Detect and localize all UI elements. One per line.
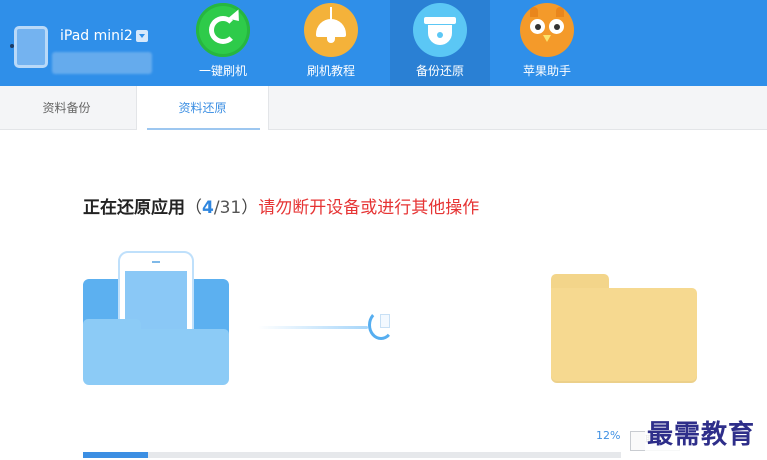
device-folder-illustration: [83, 251, 229, 385]
sub-tab-bar: 资料备份 资料还原: [0, 86, 767, 131]
progress-bar: [83, 452, 621, 458]
tab-data-backup[interactable]: 资料备份: [0, 86, 133, 130]
device-name: iPad mini2: [60, 28, 133, 44]
close-paren: ）: [241, 198, 259, 218]
refresh-arrow-icon: [196, 3, 250, 57]
nav-label: 刷机教程: [306, 64, 355, 78]
restore-panel: 正在还原应用（4/31）请勿断开设备或进行其他操作 12% 取消: [0, 130, 767, 460]
progress-percent: 12%: [596, 429, 621, 442]
progress-fill: [83, 452, 148, 458]
transfer-line: [258, 326, 368, 329]
redacted-device-info: [52, 52, 152, 74]
nav-flash-tutorial[interactable]: 刷机教程: [281, 0, 381, 86]
ipad-icon: [10, 26, 48, 68]
lamp-icon: [304, 3, 358, 57]
disc-tray-icon: [413, 3, 467, 57]
status-title: 正在还原应用: [83, 198, 185, 218]
nav-apple-helper[interactable]: 苹果助手: [497, 0, 597, 86]
restore-status: 正在还原应用（4/31）请勿断开设备或进行其他操作: [83, 193, 479, 218]
nav-label: 苹果助手: [522, 64, 571, 78]
device-selector[interactable]: iPad mini2: [10, 26, 194, 76]
warning-text: 请勿断开设备或进行其他操作: [258, 198, 480, 218]
nav-one-click-flash[interactable]: 一键刷机: [173, 0, 273, 86]
top-bar: iPad mini2 一键刷机 刷机教程 备份还原 苹果助手: [0, 0, 767, 86]
nav-label: 一键刷机: [198, 64, 247, 78]
nav-backup-restore[interactable]: 备份还原: [390, 0, 490, 86]
open-paren: （: [185, 198, 202, 218]
owl-icon: [520, 3, 574, 57]
transfer-file-icon: [368, 310, 394, 344]
total-count: 31: [219, 198, 242, 218]
watermark-logo: 最需教育: [645, 414, 758, 451]
tab-data-restore[interactable]: 资料还原: [136, 86, 269, 131]
current-count: 4: [202, 198, 214, 218]
folder-icon: [551, 274, 697, 383]
chevron-down-icon[interactable]: [136, 30, 148, 42]
nav-label: 备份还原: [415, 64, 464, 78]
